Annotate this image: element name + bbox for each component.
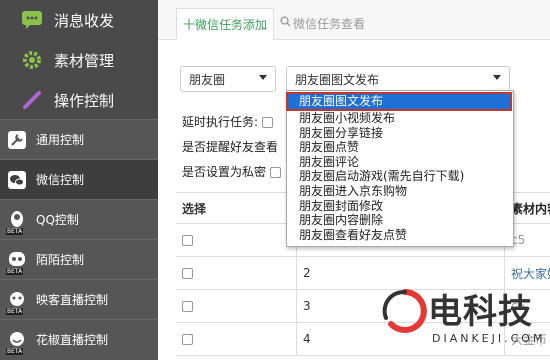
- beta-badge: BETA: [6, 347, 24, 355]
- dropdown-option[interactable]: 朋友圈分享链接: [287, 126, 513, 141]
- watermark: 电科技 DIANKEJI.COM: [380, 282, 550, 360]
- sidebar-item-inke[interactable]: BETA 映客直播控制: [0, 279, 158, 319]
- dropdown-option[interactable]: 朋友圈小视频发布: [287, 111, 513, 126]
- watermark-logo-icon: [382, 289, 427, 333]
- sidebar-item-wechat[interactable]: 微信控制: [0, 159, 158, 199]
- sidebar-item-label: 通用控制: [36, 133, 85, 147]
- gear-icon: [20, 48, 44, 72]
- wrench-icon: [6, 129, 28, 151]
- chat-icon: [20, 8, 44, 32]
- beta-badge: BETA: [6, 227, 24, 235]
- header-select: 选择: [182, 201, 207, 216]
- tab-label: 微信任务查看: [293, 16, 366, 31]
- sidebar-item-label: 花椒直播控制: [36, 333, 109, 347]
- dropdown-option[interactable]: 朋友圈内容删除: [287, 213, 513, 228]
- tab-bar: 十微信任务添加 微信任务查看: [158, 0, 550, 40]
- beta-badge: BETA: [6, 307, 24, 315]
- sidebar-item-general[interactable]: 通用控制: [0, 119, 158, 159]
- menu-item-operations[interactable]: 操作控制: [0, 80, 158, 120]
- beta-badge: BETA: [6, 267, 24, 275]
- menu-item-messages[interactable]: 消息收发: [0, 0, 158, 40]
- huajiao-icon: BETA: [6, 329, 28, 355]
- inke-icon: BETA: [6, 289, 28, 315]
- search-icon: [280, 16, 291, 30]
- row-checkbox[interactable]: [182, 301, 193, 312]
- remind-row: 是否提醒好友查看: [182, 138, 278, 155]
- delay-row: 延时执行任务:: [182, 113, 273, 130]
- tab-add-task[interactable]: 十微信任务添加: [176, 8, 275, 40]
- sidebar-item-label: 映客直播控制: [36, 293, 109, 307]
- menu-item-materials[interactable]: 素材管理: [0, 40, 158, 80]
- menu-item-label: 操作控制: [54, 91, 115, 110]
- action-select-value: 朋友圈图文发布: [295, 72, 380, 87]
- private-checkbox[interactable]: [269, 167, 281, 178]
- sidebar-item-label: QQ控制: [36, 213, 79, 227]
- dropdown-option[interactable]: 朋友圈封面修改: [287, 199, 513, 214]
- dropdown-option[interactable]: 朋友圈查看好友点赞: [287, 228, 513, 243]
- row-checkbox[interactable]: [182, 334, 193, 345]
- row-checkbox[interactable]: [182, 268, 193, 279]
- sidebar-item-label: 陌陌控制: [36, 253, 85, 267]
- qq-icon: BETA: [6, 209, 28, 235]
- chevron-down-icon: [259, 75, 267, 80]
- watermark-text: 电科技: [428, 292, 533, 332]
- chevron-down-icon: [493, 75, 501, 80]
- watermark-subtext: DIANKEJI.COM: [432, 332, 546, 345]
- dropdown-option[interactable]: 朋友圈点赞: [287, 140, 513, 155]
- top-menu: 消息收发 素材管理 操作控制: [0, 0, 158, 119]
- pen-icon: [20, 88, 44, 112]
- menu-item-label: 消息收发: [54, 11, 115, 30]
- delay-checkbox[interactable]: [261, 117, 273, 128]
- dropdown-option[interactable]: 朋友圈图文发布: [286, 92, 512, 111]
- action-dropdown-list: 朋友圈图文发布 朋友圈小视频发布 朋友圈分享链接 朋友圈点赞 朋友圈评论 朋友圈…: [286, 90, 514, 248]
- sidebar-item-huajiao[interactable]: BETA 花椒直播控制: [0, 319, 158, 359]
- action-select[interactable]: 朋友圈图文发布: [286, 66, 510, 92]
- sidebar-item-label: 微信控制: [36, 173, 85, 187]
- menu-item-label: 素材管理: [54, 51, 115, 70]
- sidebar-item-qq[interactable]: BETA QQ控制: [0, 199, 158, 239]
- private-row: 是否设置为私密: [182, 163, 281, 180]
- wechat-icon: [6, 169, 28, 191]
- sidebar-item-momo[interactable]: BETA 陌陌控制: [0, 239, 158, 279]
- remind-label: 是否提醒好友查看: [182, 140, 279, 154]
- row-checkbox[interactable]: [182, 235, 193, 246]
- private-label: 是否设置为私密: [182, 165, 267, 179]
- sidebar: 消息收发 素材管理 操作控制 通用控制 微信控制 BETA QQ控制 BETA …: [0, 0, 158, 360]
- type-select[interactable]: 朋友圈: [180, 66, 276, 92]
- dropdown-option[interactable]: 朋友圈启动游戏(需先自行下载): [287, 169, 513, 184]
- dropdown-option[interactable]: 朋友圈评论: [287, 155, 513, 170]
- delay-label: 延时执行任务:: [182, 115, 259, 129]
- type-select-value: 朋友圈: [189, 72, 226, 87]
- momo-icon: BETA: [6, 249, 28, 275]
- dropdown-option[interactable]: 朋友圈进入京东购物: [287, 184, 513, 199]
- tab-view-tasks[interactable]: 微信任务查看: [274, 7, 371, 39]
